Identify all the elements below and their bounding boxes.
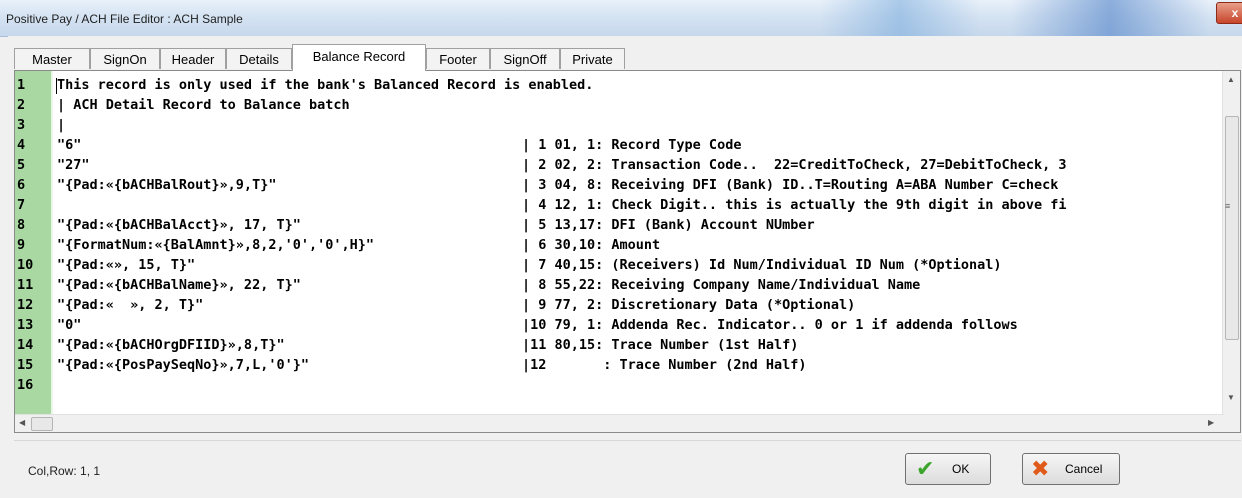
grip-icon: ≡ (1225, 201, 1231, 211)
field-comment: | 6 30,10: Amount (522, 237, 661, 253)
line-number: 4 (17, 137, 26, 153)
code-text: This record is only used if the bank's B… (57, 77, 594, 93)
field-comment: | 2 02, 2: Transaction Code.. 22=CreditT… (522, 157, 1067, 173)
field-comment: | 4 12, 1: Check Digit.. this is actuall… (522, 197, 1067, 213)
line-number: 2 (17, 97, 26, 113)
line-number: 8 (17, 217, 26, 233)
tab-private[interactable]: Private (560, 48, 625, 69)
scroll-down-icon[interactable]: ▼ (1227, 393, 1235, 402)
tab-balance-record[interactable]: Balance Record (292, 44, 426, 71)
line-number: 10 (17, 257, 34, 273)
line-number: 6 (17, 177, 26, 193)
code-text: "27" (57, 157, 90, 173)
code-text: "6" (57, 137, 82, 153)
code-text: | ACH Detail Record to Balance batch (57, 97, 350, 113)
window-title: Positive Pay / ACH File Editor : ACH Sam… (6, 12, 243, 26)
line-number: 16 (17, 377, 34, 393)
code-text: "{Pad:«», 15, T}" (57, 257, 196, 273)
field-comment: | 7 40,15: (Receivers) Id Num/Individual… (522, 257, 1002, 273)
line-number: 1 (17, 77, 26, 93)
field-comment: | 5 13,17: DFI (Bank) Account NUmber (522, 217, 815, 233)
close-button[interactable]: x (1216, 2, 1242, 24)
code-text: "{Pad:«{bACHBalAcct}», 17, T}" (57, 217, 301, 233)
title-bar: Positive Pay / ACH File Editor : ACH Sam… (0, 0, 1242, 37)
horizontal-scrollbar[interactable]: ◀ ▶ (15, 414, 1224, 432)
code-text: | (57, 117, 66, 133)
line-number: 12 (17, 297, 34, 313)
cross-icon: ✖ (1031, 456, 1050, 481)
code-text: "{Pad:«{PosPaySeqNo}»,7,L,'0'}" (57, 357, 309, 373)
cancel-button[interactable]: ✖ Cancel (1022, 453, 1120, 485)
close-icon: x (1231, 6, 1239, 20)
code-editor[interactable]: 1 This record is only used if the bank's … (14, 70, 1241, 433)
field-comment: | 3 04, 8: Receiving DFI (Bank) ID..T=Ro… (522, 177, 1059, 193)
line-number: 11 (17, 277, 34, 293)
line-number: 9 (17, 237, 26, 253)
code-text: "{Pad:«{bACHOrgDFIID}»,8,T}" (57, 337, 285, 353)
code-text: "{FormatNum:«{BalAmnt}»,8,2,'0','0',H}" (57, 237, 374, 253)
tab-header[interactable]: Header (160, 48, 226, 69)
field-comment: | 1 01, 1: Record Type Code (522, 137, 742, 153)
cursor-position: Col,Row: 1, 1 (28, 464, 101, 478)
line-number: 14 (17, 337, 34, 353)
vertical-scroll-thumb[interactable] (1225, 116, 1239, 340)
scroll-up-icon[interactable]: ▲ (1227, 75, 1235, 84)
line-number: 13 (17, 317, 34, 333)
code-text: "{Pad:« », 2, T}" (57, 297, 204, 313)
line-number: 15 (17, 357, 34, 373)
tab-signon[interactable]: SignOn (90, 48, 160, 69)
code-text: "{Pad:«{bACHBalRout}»,9,T}" (57, 177, 277, 193)
field-comment: |11 80,15: Trace Number (1st Half) (522, 337, 799, 353)
line-number: 3 (17, 117, 26, 133)
scroll-right-icon[interactable]: ▶ (1208, 418, 1214, 427)
line-number: 5 (17, 157, 26, 173)
tab-footer[interactable]: Footer (426, 48, 490, 69)
ok-button[interactable]: ✔ OK (905, 453, 991, 485)
scroll-left-icon[interactable]: ◀ (19, 418, 25, 427)
tab-details[interactable]: Details (226, 48, 292, 69)
code-text: "0" (57, 317, 82, 333)
horizontal-scroll-thumb[interactable] (31, 417, 53, 431)
code-text: "{Pad:«{bACHBalName}», 22, T}" (57, 277, 301, 293)
field-comment: |10 79, 1: Addenda Rec. Indicator.. 0 or… (522, 317, 1018, 333)
tab-master[interactable]: Master (14, 48, 90, 69)
field-comment: |12 : Trace Number (2nd Half) (522, 357, 807, 373)
check-icon: ✔ (916, 456, 935, 481)
line-number: 7 (17, 197, 26, 213)
field-comment: | 8 55,22: Receiving Company Name/Indivi… (522, 277, 921, 293)
vertical-scrollbar[interactable]: ▲ ≡ ▼ (1222, 71, 1240, 416)
tab-signoff[interactable]: SignOff (490, 48, 560, 69)
field-comment: | 9 77, 2: Discretionary Data (*Optional… (522, 297, 856, 313)
